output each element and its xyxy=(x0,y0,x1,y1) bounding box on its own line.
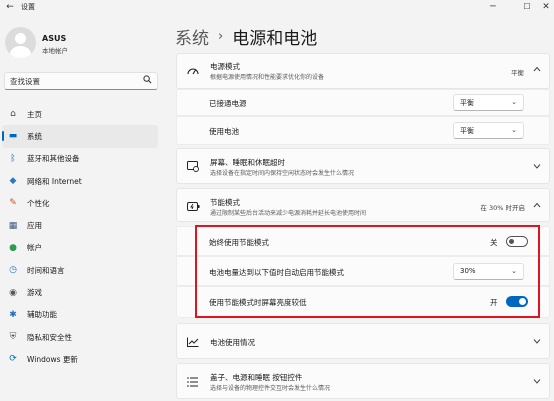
lid-controls-icon xyxy=(186,375,200,389)
power-mode-description: 根据电源使用情况和性能要求优化你的设备 xyxy=(210,74,325,81)
lid-power-title: 盖子、电源和睡眠 按钮控件 xyxy=(210,373,303,382)
plugged-in-label: 已接通电源 xyxy=(209,99,247,108)
chevron-up-icon[interactable] xyxy=(533,65,541,74)
sidebar-item[interactable]: ▬ 系统 xyxy=(2,125,158,148)
sidebar-item[interactable]: ◉ 游戏 xyxy=(0,281,162,303)
gaming-icon: ◉ xyxy=(9,287,17,298)
close-button[interactable]: ✕ xyxy=(538,0,554,14)
on-battery-dropdown[interactable]: 平衡 ⌄ xyxy=(453,122,524,139)
battery-usage-icon xyxy=(186,335,200,349)
energy-saver-description: 通过限制某些后台活动来减少电源消耗并延长电池使用时间 xyxy=(210,210,367,217)
avatar[interactable] xyxy=(5,27,36,58)
sidebar-item-label: 时间和语言 xyxy=(27,265,65,275)
lid-power-card[interactable]: 盖子、电源和睡眠 按钮控件 选择与设备的物理控件交互时会发生什么情况 xyxy=(176,363,550,399)
sidebar-nav: ⌂ 主页 ▬ 系统 ᛒ 蓝牙和其他设备 ◆ 网络和 Internet ✎ 个性化 ▦ 应用 ● 帐户 ◷ 时间… xyxy=(0,103,162,371)
energy-saver-card[interactable]: 节能模式 通过限制某些后台活动来减少电源消耗并延长电池使用时间 在 30% 时开… xyxy=(176,188,550,222)
screen-sleep-card[interactable]: 屏幕、睡眠和休眠超时 选择设备在指定时间内保持空闲状态时会发生什么情况 xyxy=(176,148,550,184)
screen-sleep-description: 选择设备在指定时间内保持空闲状态时会发生什么情况 xyxy=(210,170,355,177)
breadcrumb: 系统 › 电源和电池 xyxy=(175,24,317,49)
apps-icon: ▦ xyxy=(8,220,18,231)
home-icon: ⌂ xyxy=(10,109,16,120)
sidebar-item[interactable]: ▦ 应用 xyxy=(0,214,162,236)
accounts-icon: ● xyxy=(9,242,17,253)
sidebar-item-label: 主页 xyxy=(27,109,42,119)
sidebar-item-label: 网络和 Internet xyxy=(27,176,82,186)
chevron-down-icon[interactable] xyxy=(533,162,541,171)
maximize-button[interactable]: ☐ xyxy=(514,0,540,14)
on-battery-label: 使用电池 xyxy=(209,127,239,136)
back-arrow-icon[interactable]: ← xyxy=(4,1,16,13)
accessibility-icon: ✱ xyxy=(9,309,17,320)
sidebar-item[interactable]: ✎ 个性化 xyxy=(0,192,162,214)
chevron-down-icon: ⌄ xyxy=(511,98,517,106)
breadcrumb-parent[interactable]: 系统 xyxy=(175,24,209,49)
chevron-down-icon[interactable] xyxy=(533,377,541,386)
chevron-down-icon[interactable] xyxy=(533,337,541,346)
on-battery-row: 使用电池 平衡 ⌄ xyxy=(176,116,550,145)
sidebar-item-label: 蓝牙和其他设备 xyxy=(27,154,80,164)
sidebar-item[interactable]: ◆ 网络和 Internet xyxy=(0,170,162,192)
energy-saver-icon xyxy=(186,199,200,213)
sidebar-item[interactable]: ✱ 辅助功能 xyxy=(0,304,162,326)
energy-saver-title: 节能模式 xyxy=(210,198,240,207)
bluetooth-icon: ᛒ xyxy=(10,153,16,164)
power-mode-icon xyxy=(186,64,200,78)
minimize-button[interactable]: ─ xyxy=(480,0,506,14)
search-input[interactable]: 查找设置 xyxy=(4,72,158,90)
on-battery-value: 平衡 xyxy=(460,127,474,135)
sidebar-item-label: Windows 更新 xyxy=(27,354,78,364)
avatar-body-shape xyxy=(10,46,31,58)
page-title: 电源和电池 xyxy=(232,29,318,49)
energy-saver-status: 在 30% 时开启 xyxy=(480,204,525,212)
window-title: 设置 xyxy=(21,3,35,11)
battery-usage-title: 电池使用情况 xyxy=(210,338,255,347)
sidebar-item[interactable]: ● 帐户 xyxy=(0,237,162,259)
plugged-in-dropdown[interactable]: 平衡 ⌄ xyxy=(453,94,524,111)
sidebar-item-label: 隐私和安全性 xyxy=(27,332,72,342)
title-bar: ← 设置 ─ ☐ ✕ xyxy=(0,0,554,14)
sidebar-item[interactable]: ⛨ 隐私和安全性 xyxy=(0,326,162,348)
sidebar-item-label: 个性化 xyxy=(27,198,50,208)
chevron-up-icon[interactable] xyxy=(533,201,541,210)
privacy-shield-icon: ⛨ xyxy=(9,332,17,343)
search-icon[interactable] xyxy=(143,75,152,86)
sidebar-item[interactable]: ◷ 时间和语言 xyxy=(0,259,162,281)
sidebar-item-label: 辅助功能 xyxy=(27,310,57,320)
network-icon: ◆ xyxy=(9,176,17,187)
plugged-in-value: 平衡 xyxy=(460,99,474,107)
highlight-box xyxy=(195,225,540,318)
power-mode-card[interactable]: 电源模式 根据电源使用情况和性能要求优化你的设备 平衡 xyxy=(176,53,550,89)
power-mode-title: 电源模式 xyxy=(210,62,240,71)
power-mode-value: 平衡 xyxy=(511,69,524,77)
lid-power-description: 选择与设备的物理控件交互时会发生什么情况 xyxy=(210,385,331,392)
breadcrumb-separator: › xyxy=(218,29,224,44)
sidebar-item-label: 游戏 xyxy=(27,288,42,298)
account-type: 本地帐户 xyxy=(42,47,68,55)
battery-usage-card[interactable]: 电池使用情况 xyxy=(176,323,550,359)
sidebar-item-label: 系统 xyxy=(27,131,42,141)
system-icon: ▬ xyxy=(8,131,18,142)
sidebar-item-label: 帐户 xyxy=(27,243,42,253)
screen-sleep-title: 屏幕、睡眠和休眠超时 xyxy=(210,158,285,167)
time-language-icon: ◷ xyxy=(9,265,17,276)
sidebar-item-label: 应用 xyxy=(27,221,42,231)
chevron-down-icon: ⌄ xyxy=(511,126,517,134)
sidebar-item[interactable]: ᛒ 蓝牙和其他设备 xyxy=(0,148,162,170)
personalization-icon: ✎ xyxy=(9,198,17,209)
avatar-head-shape xyxy=(15,33,26,44)
windows-update-icon: ⟳ xyxy=(9,354,17,365)
user-name: ASUS xyxy=(42,34,67,43)
search-placeholder: 查找设置 xyxy=(10,77,40,86)
sidebar-item[interactable]: ⟳ Windows 更新 xyxy=(0,348,162,370)
screen-sleep-icon xyxy=(186,159,200,173)
plugged-in-row: 已接通电源 平衡 ⌄ xyxy=(176,89,550,116)
sidebar-item[interactable]: ⌂ 主页 xyxy=(0,103,162,125)
